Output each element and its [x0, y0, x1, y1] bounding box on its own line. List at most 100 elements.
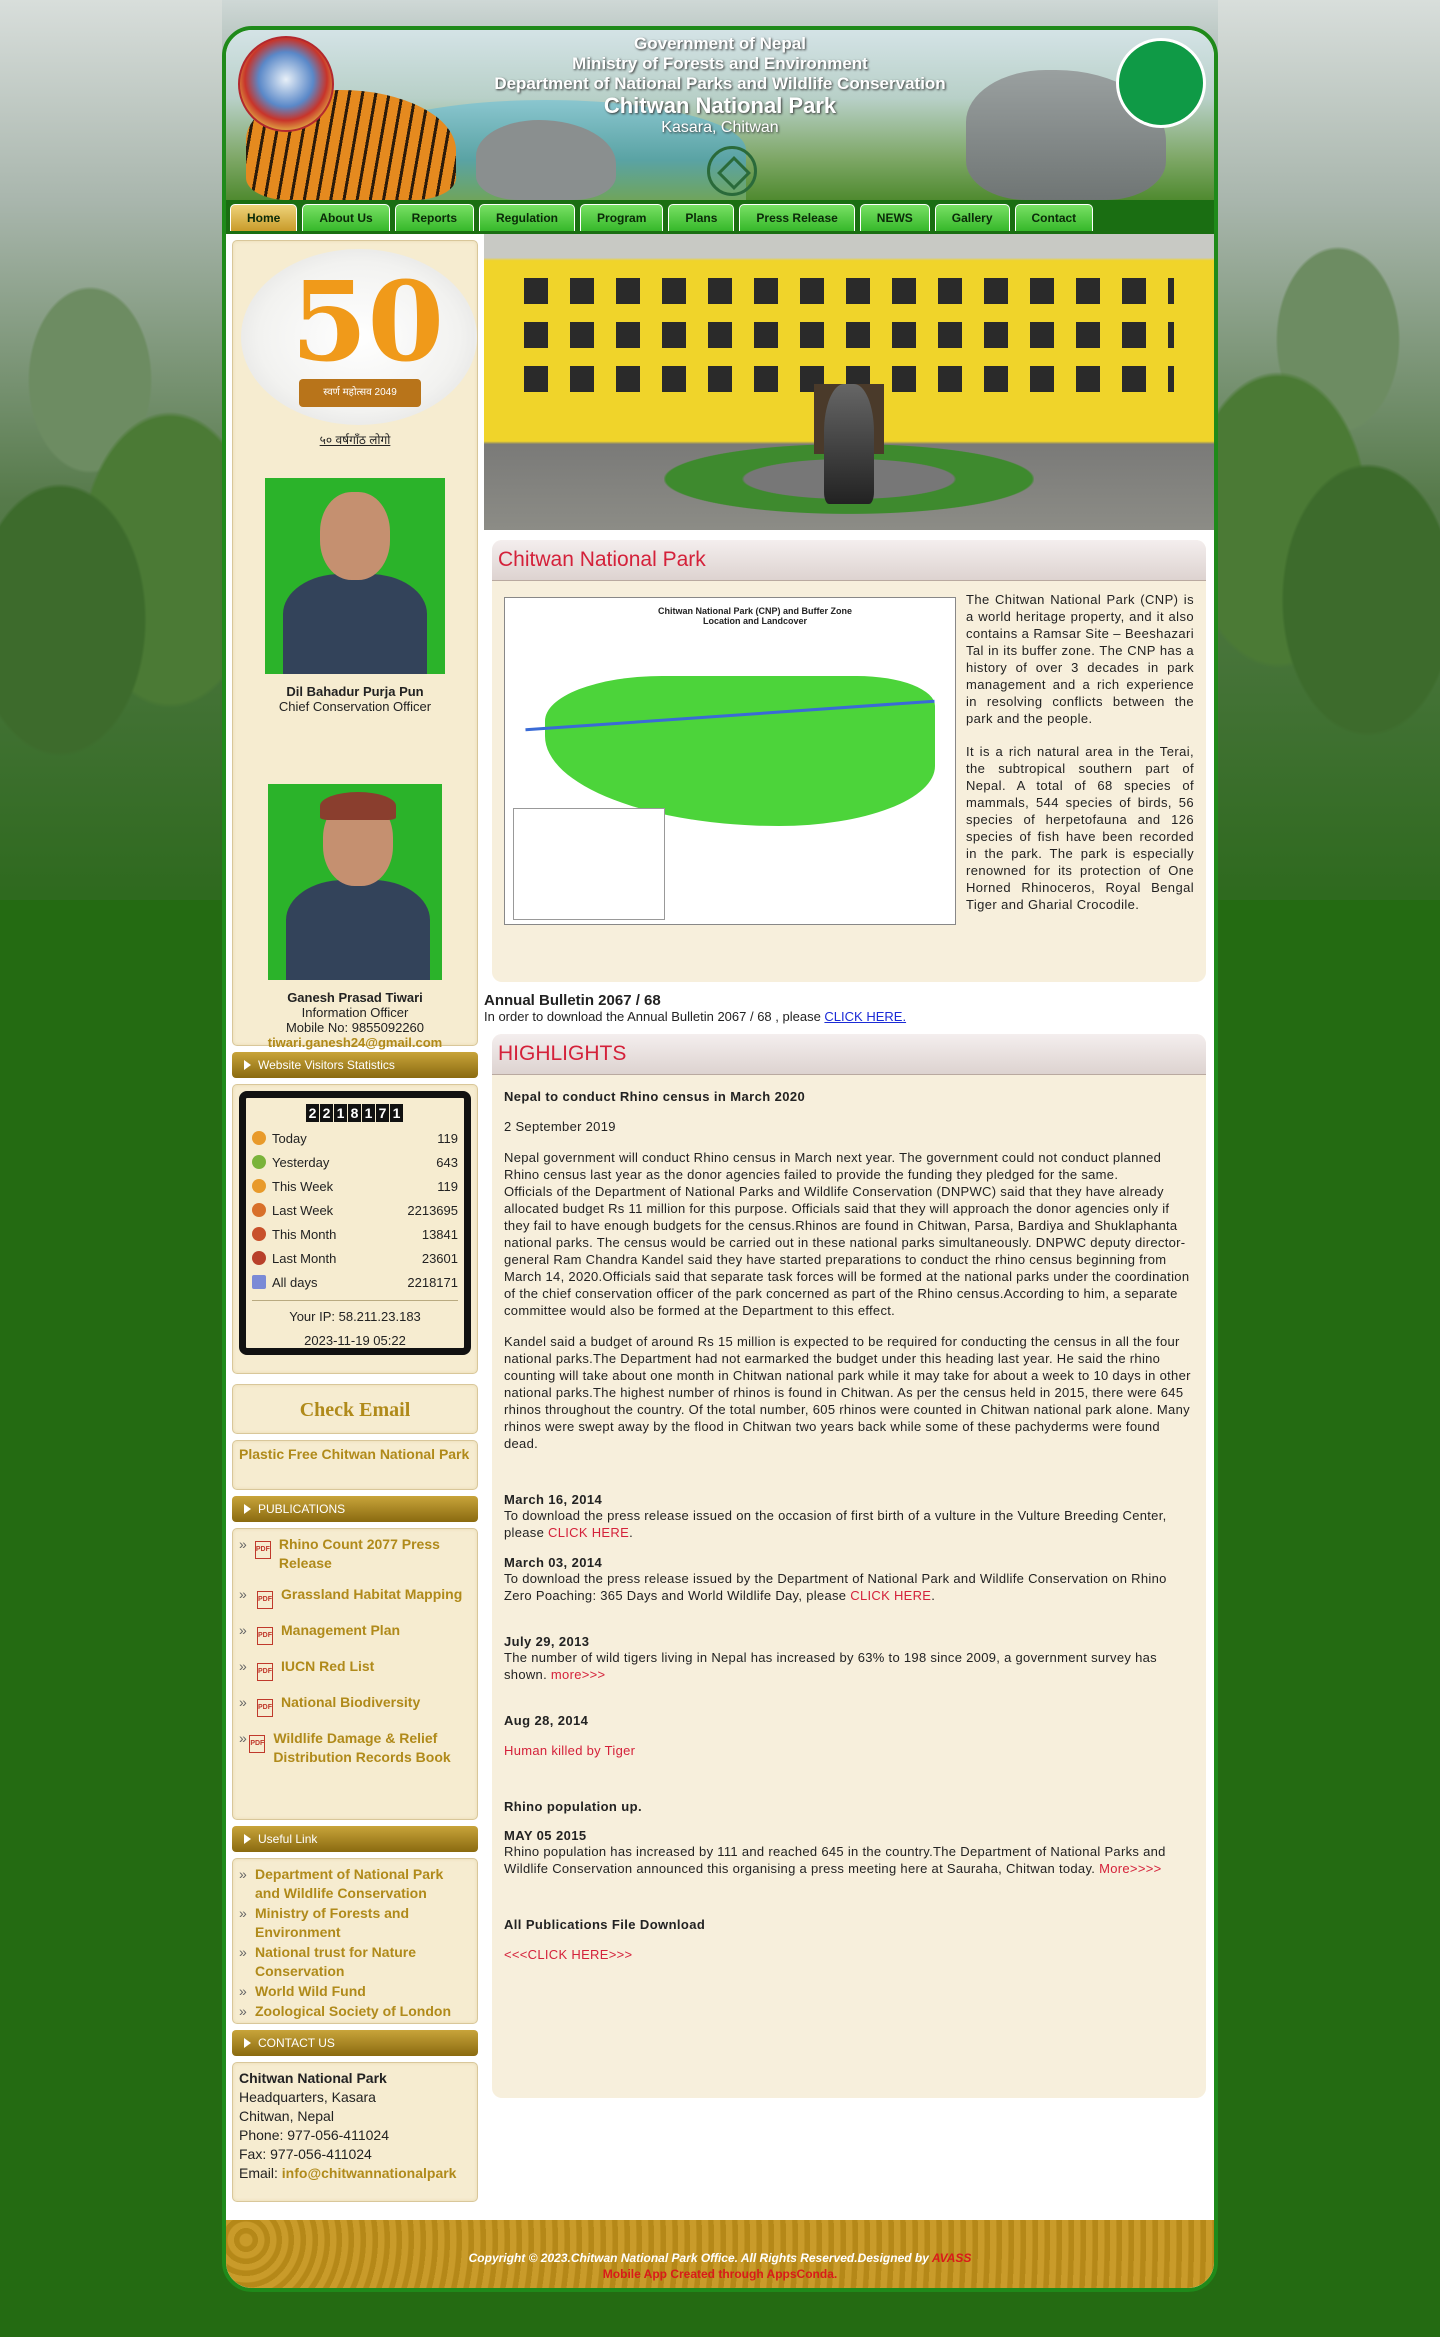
footer-designer-link[interactable]: AVASS [932, 2251, 972, 2265]
pdf-icon: PDF [257, 1663, 273, 1681]
info-officer-mobile: Mobile No: 9855092260 [285, 1020, 425, 1035]
users-icon [252, 1227, 266, 1241]
visitor-ip: Your IP: 58.211.23.183 [289, 1309, 421, 1324]
annual-bulletin-text: In order to download the Annual Bulletin… [484, 1009, 825, 1024]
useful-link-item[interactable]: » Zoological Society of London [239, 2002, 471, 2021]
news-link[interactable]: CLICK HERE [548, 1525, 629, 1540]
stat-last-week: Last Week 2213695 [252, 1198, 458, 1222]
news-more-link[interactable]: more>>> [551, 1667, 606, 1682]
background-forest-right [1218, 0, 1440, 900]
map-subtitle: Location and Landcover [702, 616, 807, 626]
nav-news[interactable]: NEWS [859, 204, 930, 231]
cnp-title: Chitwan National Park [492, 540, 1206, 581]
annual-bulletin-link[interactable]: CLICK HERE. [824, 1009, 906, 1024]
nav-plans[interactable]: Plans [668, 204, 735, 231]
cnp-map-image[interactable]: Chitwan National Park (CNP) and Buffer Z… [504, 597, 956, 925]
annual-bulletin-title: Annual Bulletin 2067 / 68 [484, 992, 661, 1009]
publications-download-link[interactable]: <<<CLICK HERE>>> [504, 1947, 632, 1962]
nav-about-us[interactable]: About Us [302, 204, 390, 231]
news-heading: Rhino population up. [504, 1799, 642, 1814]
users-icon [252, 1179, 266, 1193]
rhino-statue-image [824, 384, 874, 504]
stat-last-month: Last Month 23601 [252, 1246, 458, 1270]
stat-this-month: This Month 13841 [252, 1222, 458, 1246]
contact-name: Chitwan National Park [239, 2070, 387, 2086]
golden-jubilee-logo[interactable]: 50 स्वर्ण महोत्सव 2049 [241, 249, 477, 425]
compass-icon [707, 146, 757, 196]
news-link[interactable]: CLICK HERE [850, 1588, 931, 1603]
check-email-button[interactable]: Check Email [232, 1384, 478, 1434]
publications-download-heading: All Publications File Download [504, 1917, 706, 1932]
useful-links-list: » Department of National Park and Wildlif… [232, 1858, 478, 2024]
header-location: Kasara, Chitwan [661, 119, 779, 136]
news-date: March 16, 2014 [504, 1492, 603, 1507]
news-link[interactable]: Human killed by Tiger [504, 1743, 635, 1758]
highlight-paragraph: Officials of the Department of National … [504, 1184, 1190, 1318]
publication-item[interactable]: » PDF IUCN Red List [239, 1657, 471, 1681]
highlight-paragraph: Kandel said a budget of around Rs 15 mil… [504, 1334, 1191, 1451]
user-icon [252, 1155, 266, 1169]
header-line2: Ministry of Forests and Environment [572, 54, 868, 73]
info-officer-email[interactable]: tiwari.ganesh24@gmail.com [241, 1035, 469, 1050]
news-text: To download the press release issued by … [504, 1571, 1167, 1603]
jubilee-link[interactable]: ५० वर्षगाँठ लोगो [241, 431, 469, 448]
contact-header: CONTACT US [232, 2030, 478, 2056]
stat-all-days: All days 2218171 [252, 1270, 458, 1294]
user-icon [252, 1131, 266, 1145]
park-logo-icon [1116, 38, 1206, 128]
news-more-link[interactable]: More>>>> [1099, 1861, 1161, 1876]
publication-item[interactable]: » PDF Rhino Count 2077 Press Release [239, 1535, 471, 1573]
stat-this-week: This Week 119 [252, 1174, 458, 1198]
nav-program[interactable]: Program [580, 204, 664, 231]
news-date: July 29, 2013 [504, 1634, 590, 1649]
highlights-panel: HIGHLIGHTS Nepal to conduct Rhino census… [492, 1034, 1206, 2098]
pdf-icon: PDF [257, 1699, 273, 1717]
header-line1: Government of Nepal [634, 34, 806, 53]
users-icon [252, 1251, 266, 1265]
users-icon [252, 1203, 266, 1217]
publication-item[interactable]: » PDF Grassland Habitat Mapping [239, 1585, 471, 1609]
publications-header: PUBLICATIONS [232, 1496, 478, 1522]
useful-link-item[interactable]: » World Wild Fund [239, 1982, 471, 2001]
publication-item[interactable]: » PDF National Biodiversity [239, 1693, 471, 1717]
nav-contact[interactable]: Contact [1014, 204, 1094, 231]
footer-mobile-app[interactable]: Mobile App Created through AppsConda. [226, 2266, 1214, 2282]
contact-fax: Fax: 977-056-411024 [239, 2146, 372, 2162]
nav-gallery[interactable]: Gallery [934, 204, 1010, 231]
map-legend [513, 808, 665, 920]
main-content: Chitwan National Park Chitwan National P… [484, 234, 1214, 2098]
nav-press-release[interactable]: Press Release [739, 204, 855, 231]
avatar-information-officer [268, 784, 442, 980]
nepal-emblem-icon [238, 36, 334, 132]
nav-reports[interactable]: Reports [394, 204, 475, 231]
visitor-datetime: 2023-11-19 05:22 [304, 1333, 406, 1348]
useful-link-item[interactable]: » National trust for Nature Conservation [239, 1943, 471, 1981]
avatar-chief-officer [265, 478, 445, 674]
cnp-panel: Chitwan National Park Chitwan National P… [492, 540, 1206, 982]
nav-regulation[interactable]: Regulation [479, 204, 576, 231]
contact-phone: Phone: 977-056-411024 [239, 2127, 389, 2143]
useful-link-item[interactable]: » Department of National Park and Wildlif… [239, 1865, 471, 1903]
nav-home[interactable]: Home [230, 204, 298, 231]
news-date: Aug 28, 2014 [504, 1713, 589, 1728]
publication-item[interactable]: » PDF Management Plan [239, 1621, 471, 1645]
stat-today: Today 119 [252, 1126, 458, 1150]
contact-email-link[interactable]: info@chitwannationalpark [282, 2165, 457, 2181]
plastic-free-link[interactable]: Plastic Free Chitwan National Park [232, 1440, 478, 1490]
contact-hq: Headquarters, Kasara [239, 2089, 376, 2105]
highlight-paragraph: Nepal government will conduct Rhino cens… [504, 1150, 1162, 1182]
pdf-icon: PDF [257, 1627, 273, 1645]
useful-link-item[interactable]: » Ministry of Forests and Environment [239, 1904, 471, 1942]
highlight-heading: Nepal to conduct Rhino census in March 2… [504, 1089, 806, 1104]
news-date: MAY 05 2015 [504, 1828, 587, 1843]
pdf-icon: PDF [254, 1541, 271, 1559]
publication-item[interactable]: » PDF Wildlife Damage & Relief Distributio… [239, 1729, 471, 1767]
stat-yesterday: Yesterday 643 [252, 1150, 458, 1174]
visitors-stats-box: 2218171 Today 119 Yesterday 643 This Week 1… [232, 1084, 478, 1374]
site-footer: Copyright © 2023.Chitwan National Park O… [226, 2220, 1214, 2288]
info-officer-title: Information Officer [301, 1005, 409, 1020]
footer-copyright: Copyright © 2023.Chitwan National Park O… [468, 2251, 932, 2265]
chief-officer-name: Dil Bahadur Purja Pun [286, 684, 424, 699]
highlight-date: 2 September 2019 [504, 1119, 616, 1134]
visitor-counter: 2218171 [252, 1104, 458, 1122]
